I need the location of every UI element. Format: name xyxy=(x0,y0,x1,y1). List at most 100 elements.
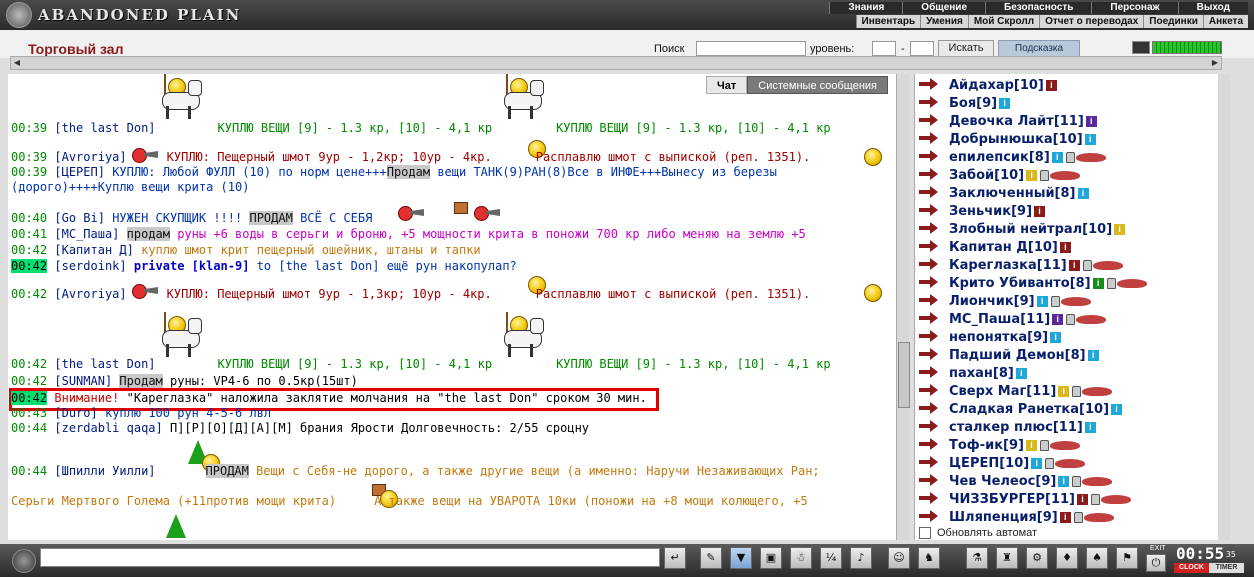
user-list-item[interactable]: ЦЕРЕП[10] i xyxy=(919,454,1086,472)
user-list-item[interactable]: Крито Убиванто[8] i xyxy=(919,274,1147,292)
chat-scroll-thumb[interactable] xyxy=(898,342,910,408)
sender-name[interactable]: Duro xyxy=(62,406,91,420)
exit-icon[interactable]: ⏻ xyxy=(1146,554,1166,572)
user-info-icon[interactable]: i xyxy=(1114,223,1126,235)
private-message-arrow-icon[interactable] xyxy=(919,78,941,92)
auto-update-toggle[interactable]: Обновлять автомат xyxy=(919,526,1037,540)
private-message-arrow-icon[interactable] xyxy=(919,510,941,524)
hint-button[interactable]: Подсказка xyxy=(998,40,1080,57)
sender-name[interactable]: SUNMAN xyxy=(62,374,105,388)
sender-name[interactable]: Шпилли Уилли xyxy=(62,464,149,478)
sound-icon[interactable]: ♪ xyxy=(850,547,872,569)
user-list-item[interactable]: Лиончик[9] i xyxy=(919,292,1091,310)
translit-icon[interactable]: ¼ xyxy=(820,547,842,569)
user-info-icon[interactable]: i xyxy=(1084,133,1096,145)
user-name[interactable]: Тоф-ик[9] xyxy=(949,438,1024,453)
private-message-arrow-icon[interactable] xyxy=(919,186,941,200)
user-name[interactable]: ЧИЗЗБУРГЕР[11] xyxy=(949,492,1075,507)
private-message-arrow-icon[interactable] xyxy=(919,222,941,236)
user-info-icon[interactable]: i xyxy=(1025,439,1037,451)
user-name[interactable]: сталкер плюс[11] xyxy=(949,420,1083,435)
private-message-arrow-icon[interactable] xyxy=(919,420,941,434)
potion-icon[interactable]: ⚗ xyxy=(966,547,988,569)
chat-scrollbar[interactable] xyxy=(896,74,910,540)
user-name[interactable]: Зеньчик[9] xyxy=(949,204,1032,219)
sender-name[interactable]: ЦЕРЕП xyxy=(62,165,98,179)
user-info-icon[interactable]: i xyxy=(1111,403,1123,415)
level-min-input[interactable] xyxy=(872,41,896,56)
user-info-icon[interactable]: i xyxy=(1059,511,1071,523)
clan-icon[interactable]: ♞ xyxy=(918,547,940,569)
auto-update-checkbox[interactable] xyxy=(919,527,931,539)
gear-icon[interactable]: ⚙ xyxy=(1026,547,1048,569)
nav-knowledge[interactable]: Знания xyxy=(829,2,903,14)
sender-name[interactable]: the last Don xyxy=(62,357,149,371)
user-list-item[interactable]: Сверх Маг[11] i xyxy=(919,382,1113,400)
sender-name[interactable]: the last Don xyxy=(62,121,149,135)
user-list-item[interactable]: Забой[10] i xyxy=(919,166,1081,184)
user-list-item[interactable]: Боя[9] i xyxy=(919,94,1011,112)
nav-communication[interactable]: Общение xyxy=(902,2,985,14)
user-list-item[interactable]: Кареглазка[11] i xyxy=(919,256,1123,274)
private-message-arrow-icon[interactable] xyxy=(919,132,941,146)
user-info-icon[interactable]: i xyxy=(1052,313,1064,325)
private-message-arrow-icon[interactable] xyxy=(919,204,941,218)
sender-name[interactable]: serdoink xyxy=(62,259,120,273)
user-list-item[interactable]: Айдахар[10] i xyxy=(919,76,1057,94)
private-message-arrow-icon[interactable] xyxy=(919,438,941,452)
user-info-icon[interactable]: i xyxy=(1026,169,1038,181)
sender-name[interactable]: Капитан Д xyxy=(62,243,127,257)
bag-icon[interactable]: ♜ xyxy=(996,547,1018,569)
user-list-scrollbar[interactable] xyxy=(1218,74,1230,540)
user-name[interactable]: пахан[8] xyxy=(949,366,1014,381)
user-name[interactable]: ЦЕРЕП[10] xyxy=(949,456,1029,471)
user-info-icon[interactable]: i xyxy=(1050,331,1062,343)
user-name[interactable]: Падший Демон[8] xyxy=(949,348,1086,363)
user-info-icon[interactable]: i xyxy=(1092,277,1104,289)
nav-security[interactable]: Безопасность xyxy=(985,2,1092,14)
user-name[interactable]: Девочка Лайт[11] xyxy=(949,114,1084,129)
level-max-input[interactable] xyxy=(910,41,934,56)
user-list-item[interactable]: Добрынюшка[10] i xyxy=(919,130,1096,148)
private-message-arrow-icon[interactable] xyxy=(919,474,941,488)
emblem-icon[interactable] xyxy=(12,549,36,573)
user-info-icon[interactable]: i xyxy=(1031,457,1043,469)
private-message-arrow-icon[interactable] xyxy=(919,240,941,254)
walking-man-icon[interactable]: ☃ xyxy=(790,547,812,569)
send-icon[interactable]: ↵ xyxy=(664,547,686,569)
user-name[interactable]: Заключенный[8] xyxy=(949,186,1076,201)
user-list-item[interactable]: Девочка Лайт[11] i xyxy=(919,112,1097,130)
clock-mode[interactable]: CLOCK xyxy=(1174,563,1209,573)
tab-system-messages[interactable]: Системные сообщения xyxy=(747,76,888,94)
user-name[interactable]: Боя[9] xyxy=(949,96,997,111)
user-info-icon[interactable]: i xyxy=(1077,187,1089,199)
eraser-icon[interactable]: ✎ xyxy=(700,547,722,569)
user-list-item[interactable]: Чев Челеос[9] i xyxy=(919,472,1113,490)
user-list-item[interactable]: Падший Демон[8] i xyxy=(919,346,1099,364)
sender-name[interactable]: zerdabli qaqa xyxy=(62,421,156,435)
user-info-icon[interactable]: i xyxy=(1058,385,1070,397)
private-message-arrow-icon[interactable] xyxy=(919,150,941,164)
user-list-item[interactable]: Сладкая Ранетка[10] i xyxy=(919,400,1123,418)
user-info-icon[interactable]: i xyxy=(1045,79,1057,91)
user-name[interactable]: Лиончик[9] xyxy=(949,294,1035,309)
user-list-item[interactable]: Шляпенция[9] i xyxy=(919,508,1114,526)
private-channel[interactable]: private [klan-9] xyxy=(134,259,250,273)
scroll-right-icon[interactable]: ▶ xyxy=(1209,57,1221,69)
flag-icon[interactable]: ⚑ xyxy=(1116,547,1138,569)
user-name[interactable]: Крито Убиванто[8] xyxy=(949,276,1091,291)
horizontal-scrollbar[interactable]: ◀ ▶ xyxy=(10,56,1222,70)
private-message-arrow-icon[interactable] xyxy=(919,492,941,506)
private-message-arrow-icon[interactable] xyxy=(919,294,941,308)
user-list-item[interactable]: епилепсик[8] i xyxy=(919,148,1106,166)
private-message-arrow-icon[interactable] xyxy=(919,114,941,128)
search-button[interactable]: Искать xyxy=(938,40,994,57)
nav-my-scroll[interactable]: Мой Скролл xyxy=(967,15,1040,28)
smiley-picker-icon[interactable]: ☺ xyxy=(888,547,910,569)
private-message-arrow-icon[interactable] xyxy=(919,312,941,326)
user-list-item[interactable]: Злобный нейтрал[10] i xyxy=(919,220,1126,238)
user-list-item[interactable]: ЧИЗЗБУРГЕР[11] i xyxy=(919,490,1131,508)
private-message-arrow-icon[interactable] xyxy=(919,168,941,182)
user-list-item[interactable]: МС_Паша[11] i xyxy=(919,310,1107,328)
nav-character[interactable]: Персонаж xyxy=(1091,2,1178,14)
